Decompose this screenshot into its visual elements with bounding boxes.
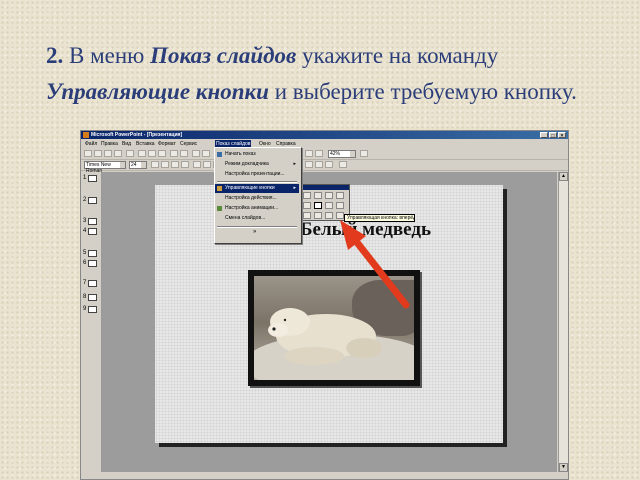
arrow-shaft [348,232,410,309]
pointer-arrow [340,220,410,309]
